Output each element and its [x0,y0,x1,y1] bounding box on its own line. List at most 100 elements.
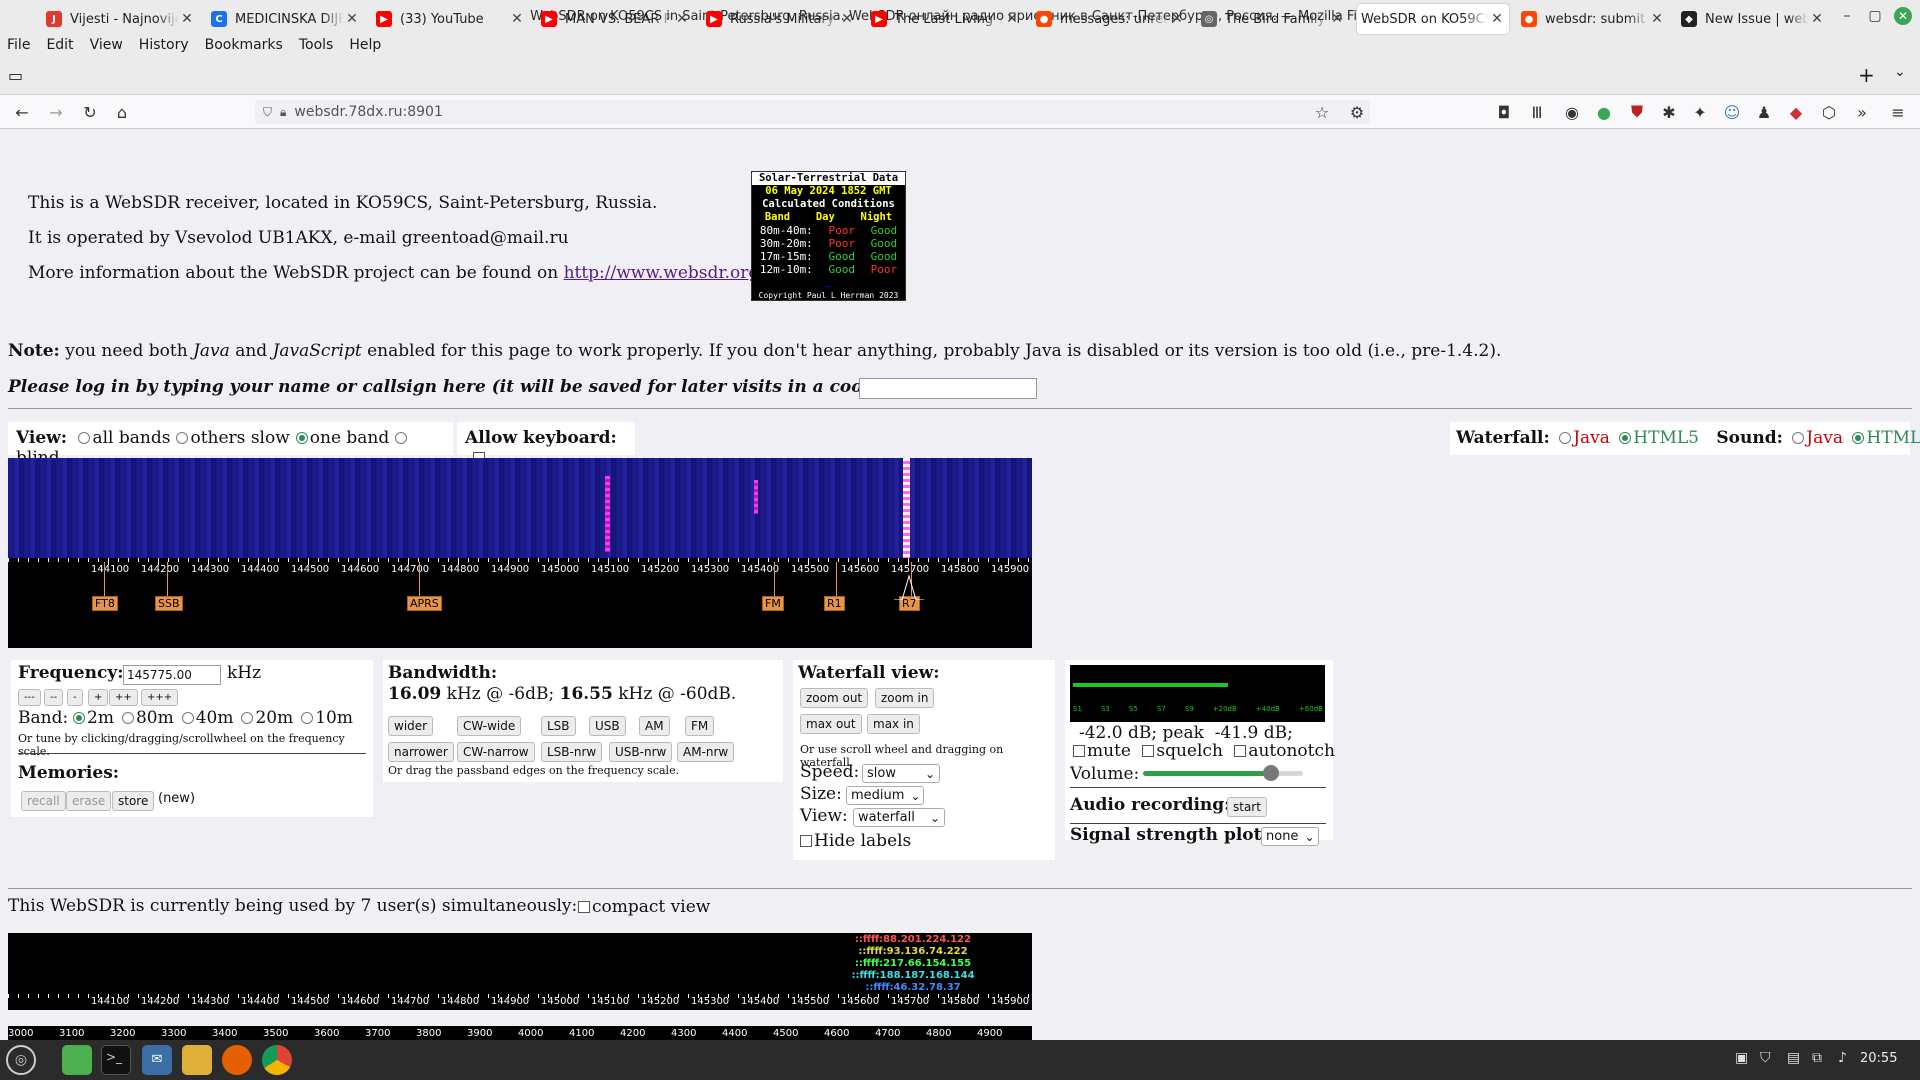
extension-face-icon[interactable]: ☺ [1718,98,1746,126]
view-radio-one-band[interactable] [295,432,308,444]
speed-select[interactable]: slow [862,764,940,783]
overflow-icon[interactable]: » [1848,98,1876,126]
view-radio-all-bands[interactable] [78,432,91,444]
bw-usb-nrw-button[interactable]: USB-nrw [609,742,673,762]
hide-labels-checkbox[interactable] [800,835,812,847]
zoom-in-button[interactable]: zoom in [875,688,935,708]
bw-fm-button[interactable]: FM [685,716,715,736]
tab-2[interactable]: C MEDICINSKA DIJE ✕ [207,4,364,34]
tray-network-icon[interactable]: ⧉ [1812,1050,1822,1066]
passband-marker[interactable] [894,574,924,600]
volume-thumb[interactable] [1263,765,1279,781]
tab-close-icon[interactable]: ✕ [674,11,690,27]
bw-cw-narrow-button[interactable]: CW-narrow [457,742,535,762]
bw-wider-button[interactable]: wider [388,716,434,736]
extensions-icon[interactable]: ⬡ [1815,98,1843,126]
tab-9[interactable]: WebSDR on KO59CS ✕ [1357,4,1509,34]
band-radio-40m[interactable] [181,712,194,724]
compact-view-option[interactable]: compact view [578,897,710,917]
bw-am-nrw-button[interactable]: AM-nrw [677,742,735,762]
sound-java-radio[interactable] [1792,432,1805,444]
websdr-link[interactable]: http://www.websdr.org [564,263,760,283]
tab-overview-icon[interactable]: ▭ [8,66,23,85]
step-button-3[interactable]: - [67,689,83,706]
waterfall-html5-radio[interactable] [1619,432,1632,444]
hamburger-menu-icon[interactable]: ≡ [1884,98,1912,126]
tab-close-icon[interactable]: ✕ [1809,11,1825,27]
tab-close-icon[interactable]: ✕ [509,11,525,27]
mail-icon[interactable]: ✉ [142,1045,172,1075]
tab-close-icon[interactable]: ✕ [1004,11,1020,27]
tab-close-icon[interactable]: ✕ [1169,11,1185,27]
callsign-input[interactable] [859,378,1037,399]
tab-5[interactable]: ▶ Russia's Military S ✕ [702,4,859,34]
max-in-button[interactable]: max in [867,714,920,734]
bw-narrower-button[interactable]: narrower [388,742,454,762]
tray-volume-icon[interactable]: ♪ [1838,1050,1847,1066]
tab-6[interactable]: ▶ The Last Living Th ✕ [867,4,1024,34]
compact-view-checkbox[interactable] [578,901,590,913]
max-out-button[interactable]: max out [800,714,862,734]
back-icon[interactable]: ← [8,98,36,126]
bw-cw-wide-button[interactable]: CW-wide [457,716,522,736]
tab-11[interactable]: ◆ New Issue | webs ✕ [1677,4,1829,34]
sound-html5-radio[interactable] [1852,432,1865,444]
extension-red-icon[interactable]: ◆ [1782,98,1810,126]
menu-file[interactable]: File [7,37,30,53]
frequency-input[interactable]: 145775.00 [123,665,221,685]
tab-close-icon[interactable]: ✕ [344,11,360,27]
tab-8[interactable]: ◎ The Bird Family Tr✕ [1197,4,1349,34]
tab-1[interactable]: J Vijesti - Najnovije ✕ [42,4,199,34]
bw-usb-button[interactable]: USB [589,716,626,736]
url-bar[interactable]: ⛉ 🔒︎ websdr.78dx.ru:8901 [255,100,1370,124]
new-tab-icon[interactable]: + [1858,63,1875,87]
tab-7[interactable]: ● messages: unread ✕ [1032,4,1189,34]
step-button-4[interactable]: + [88,689,109,706]
close-window-icon[interactable]: ✕ [1886,0,1920,32]
tray-device-icon[interactable]: ▤ [1787,1050,1800,1066]
solar-terrestrial-widget[interactable]: Solar-Terrestrial Data 06 May 2024 1852 … [751,171,906,301]
bw-am-button[interactable]: AM [639,716,670,736]
autonotch-checkbox[interactable] [1234,745,1247,757]
tab-close-icon[interactable]: ✕ [1489,11,1505,27]
band-radio-10m[interactable] [301,712,314,724]
menu-history[interactable]: History [139,37,189,53]
mint-menu-icon[interactable]: ◎ [6,1045,36,1075]
signal-plot-select[interactable]: none [1261,827,1319,846]
pocket-icon[interactable]: ◘ [1490,98,1518,126]
forward-icon[interactable]: → [42,98,70,126]
waterfall-display[interactable] [8,458,1032,558]
squelch-checkbox[interactable] [1142,745,1155,757]
terminal-icon[interactable]: >_ [101,1045,131,1075]
extension-green-icon[interactable]: ● [1590,98,1618,126]
step-button-1[interactable]: --- [18,689,41,706]
hide-labels-option[interactable]: Hide labels [800,831,911,851]
extension-people-icon[interactable]: ♟ [1750,98,1778,126]
extension-puzzle-icon[interactable]: ✦ [1686,98,1714,126]
tab-3[interactable]: ▶ (33) YouTube ✕ [372,4,529,34]
tab-close-icon[interactable]: ✕ [179,11,195,27]
tray-shield-icon[interactable]: ⛉ [1760,1050,1771,1066]
library-icon[interactable]: Ⅲ [1523,98,1551,126]
waterfall-java-radio[interactable] [1559,432,1572,444]
bw-lsb-nrw-button[interactable]: LSB-nrw [541,742,603,762]
band-label-fm[interactable]: FM [762,596,784,611]
recall-button[interactable]: recall [21,791,66,811]
step-button-2[interactable]: -- [44,689,64,706]
reload-icon[interactable]: ↻ [76,98,104,126]
menu-view[interactable]: View [90,37,123,53]
chrome-icon[interactable] [262,1045,292,1075]
band-radio-20m[interactable] [241,712,254,724]
band-label-ssb[interactable]: SSB [155,596,183,611]
tab-close-icon[interactable]: ✕ [1329,11,1345,27]
translate-icon[interactable]: ⚙ [1343,98,1371,126]
view-radio-others-slow[interactable] [176,432,189,444]
view-select[interactable]: waterfall [853,808,945,827]
menu-help[interactable]: Help [349,37,381,53]
tab-4[interactable]: ▶ MAN VS. BEAR PT ✕ [537,4,694,34]
store-button[interactable]: store [112,791,155,811]
tab-10[interactable]: ● websdr: submit ✕ [1517,4,1669,34]
size-select[interactable]: medium [846,786,924,805]
bw-lsb-button[interactable]: LSB [541,716,576,736]
start-recording-button[interactable]: start [1227,797,1267,817]
